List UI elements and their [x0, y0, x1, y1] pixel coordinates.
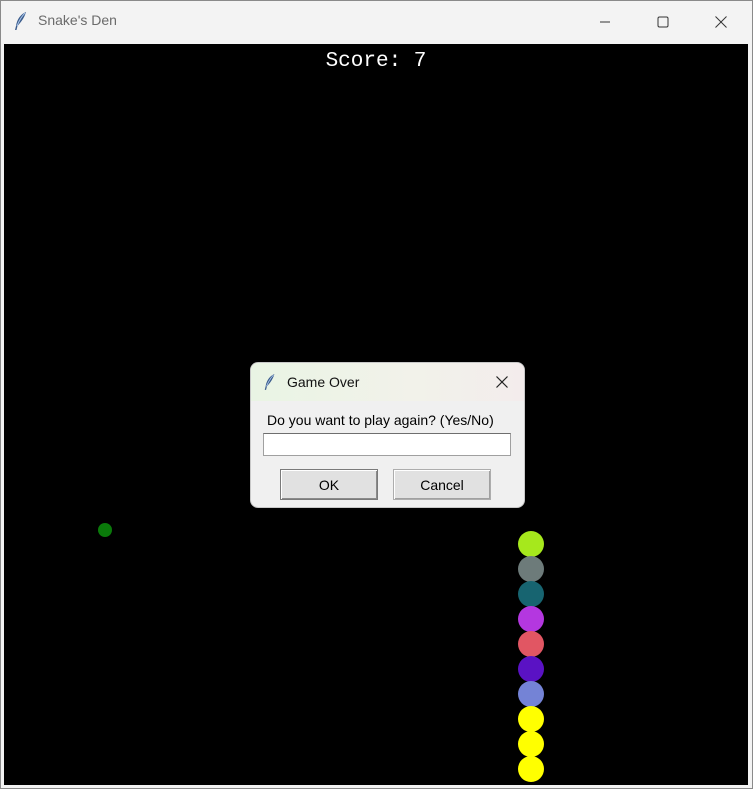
close-icon — [715, 16, 727, 28]
snake-segment — [518, 681, 544, 707]
cancel-button[interactable]: Cancel — [393, 469, 491, 500]
answer-input[interactable] — [263, 433, 511, 456]
feather-icon — [15, 12, 26, 30]
maximize-button[interactable] — [634, 1, 692, 42]
snake-segment — [518, 556, 544, 582]
feather-icon — [264, 374, 275, 390]
snake-segment — [518, 706, 544, 732]
app-window: Snake's Den Score: 7 Game Over Do you wa… — [0, 0, 753, 789]
close-icon — [496, 376, 508, 388]
score-label: Score: 7 — [325, 50, 427, 73]
ok-button[interactable]: OK — [280, 469, 378, 500]
food-pellet — [98, 523, 112, 537]
minimize-icon — [600, 21, 610, 23]
minimize-button[interactable] — [576, 1, 634, 42]
snake-segment — [518, 756, 544, 782]
snake-segment — [518, 656, 544, 682]
dialog-prompt: Do you want to play again? (Yes/No) — [267, 412, 494, 428]
game-over-dialog: Game Over Do you want to play again? (Ye… — [250, 362, 525, 508]
dialog-close-button[interactable] — [489, 371, 515, 393]
snake-segment — [518, 731, 544, 757]
close-button[interactable] — [692, 1, 750, 42]
dialog-titlebar[interactable]: Game Over — [251, 363, 524, 401]
maximize-icon — [657, 16, 669, 28]
window-title: Snake's Den — [38, 12, 117, 28]
dialog-title: Game Over — [287, 374, 360, 390]
snake-segment — [518, 606, 544, 632]
snake-segment — [518, 631, 544, 657]
window-titlebar[interactable]: Snake's Den — [1, 1, 752, 42]
snake-segment — [518, 581, 544, 607]
snake-segment — [518, 531, 544, 557]
